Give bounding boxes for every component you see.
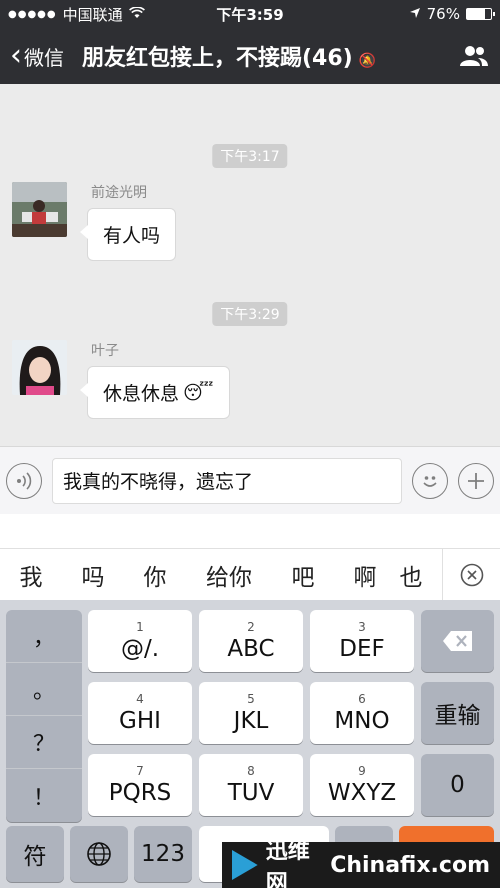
key-number: 1 [136, 619, 144, 634]
nav-bar: ‹ 微信 朋友红包接上，不接踢(46) 🔕 [0, 28, 500, 84]
watermark: 迅维网 Chinafix.com [222, 839, 500, 888]
timestamp: 下午3:17 [212, 144, 288, 168]
key-number: 4 [136, 691, 144, 706]
group-info-button[interactable] [458, 42, 490, 70]
key-number: 8 [247, 763, 255, 778]
punctuation-column[interactable]: ， 。 ？ ！ [6, 610, 82, 822]
voice-icon [17, 471, 32, 490]
key-label: TUV [227, 779, 275, 806]
message-row: 前途光明 有人吗 [12, 182, 177, 261]
key-number: 3 [358, 619, 366, 634]
key-4[interactable]: 4 GHI [88, 682, 192, 744]
signal-icon: ●●●●● [8, 8, 57, 20]
watermark-left: 迅维网 [265, 839, 310, 888]
reenter-key[interactable]: 重输 [421, 682, 494, 744]
punct-key[interactable]: ！ [6, 769, 82, 822]
key-label: 123 [141, 841, 185, 867]
symbol-key[interactable]: 符 [6, 826, 64, 882]
candidate-word[interactable]: 给你 [186, 558, 272, 592]
wifi-icon [128, 5, 145, 23]
key-label: ABC [227, 635, 275, 662]
key-8[interactable]: 8 TUV [199, 754, 303, 816]
message-text: 有人吗 [103, 225, 161, 247]
message-bubble[interactable]: 休息休息 😴 [80, 366, 230, 419]
emoji-button[interactable] [412, 462, 448, 499]
people-icon [460, 46, 488, 66]
key-label: 0 [450, 772, 465, 798]
blank-strip [0, 514, 500, 548]
key-2[interactable]: 2 ABC [199, 610, 303, 672]
punct-key[interactable]: 。 [6, 663, 82, 716]
chat-area[interactable]: 下午3:17 前途光明 有人吗 下午3:29 叶子 休息休息 😴 [0, 84, 500, 446]
key-label: 符 [23, 844, 47, 870]
message-text: 休息休息 [103, 383, 180, 405]
delete-key[interactable] [421, 610, 494, 672]
key-label: @/. [120, 635, 160, 662]
status-time: 下午3:59 [216, 5, 284, 24]
battery-icon [465, 8, 495, 20]
key-3[interactable]: 3 DEF [310, 610, 414, 672]
key-label: PQRS [108, 779, 172, 806]
candidate-bar: 我 吗 你 给你 吧 啊 也 [0, 548, 500, 601]
key-number: 5 [247, 691, 255, 706]
smiley-icon [423, 475, 437, 487]
key-label: JKL [233, 707, 269, 734]
key-label: DEF [339, 635, 385, 662]
message-input[interactable]: 我真的不晓得，遗忘了 [52, 457, 402, 504]
key-6[interactable]: 6 MNO [310, 682, 414, 744]
key-number: 9 [358, 763, 366, 778]
candidate-word[interactable]: 吗 [62, 558, 124, 592]
avatar[interactable] [12, 340, 67, 395]
mute-icon: 🔕 [358, 53, 377, 69]
punct-key[interactable]: ， [6, 610, 82, 663]
input-bar: 我真的不晓得，遗忘了 [0, 446, 500, 514]
key-label: WXYZ [327, 779, 397, 806]
key-number: 7 [136, 763, 144, 778]
key-number: 2 [247, 619, 255, 634]
key-1[interactable]: 1 @/. [88, 610, 192, 672]
chat-title-text: 朋友红包接上，不接踢(46) [82, 46, 353, 71]
key-label: 重输 [434, 703, 481, 729]
back-label: 微信 [24, 45, 64, 70]
globe-key[interactable] [70, 826, 128, 882]
chat-title: 朋友红包接上，不接踢(46) 🔕 [82, 40, 458, 72]
key-label: GHI [119, 707, 161, 734]
message-bubble[interactable]: 有人吗 [79, 208, 177, 261]
candidate-word[interactable]: 吧 [272, 558, 334, 592]
numbers-key[interactable]: 123 [134, 826, 192, 882]
globe-icon [87, 842, 111, 866]
status-bar: ●●●●● 中国联通 下午3:59 76% [0, 0, 500, 28]
carrier-label: 中国联通 [62, 5, 123, 24]
punct-key[interactable]: ？ [6, 716, 82, 769]
key-number: 6 [358, 691, 366, 706]
location-icon [409, 5, 421, 23]
chevron-left-icon: ‹ [10, 38, 22, 73]
battery-percent: 76% [426, 5, 460, 23]
key-5[interactable]: 5 JKL [199, 682, 303, 744]
sleepy-emoji-icon: 😴 [183, 381, 214, 404]
top-bar: ●●●●● 中国联通 下午3:59 76% ‹ 微信 朋友红包接上，不接踢(46… [0, 0, 500, 84]
candidate-word[interactable]: 你 [124, 558, 186, 592]
sender-name: 前途光明 [91, 185, 147, 201]
timestamp: 下午3:29 [212, 302, 288, 326]
backspace-icon [442, 631, 472, 651]
voice-button[interactable] [6, 462, 42, 499]
close-icon [460, 563, 483, 587]
candidate-word[interactable]: 我 [0, 558, 62, 592]
avatar[interactable] [12, 182, 67, 237]
back-button[interactable]: ‹ 微信 [10, 41, 64, 71]
more-button[interactable] [458, 462, 494, 499]
close-candidates-button[interactable] [442, 549, 500, 601]
key-label: MNO [334, 707, 390, 734]
sender-name: 叶子 [91, 343, 119, 359]
watermark-logo-icon [232, 850, 258, 880]
watermark-right: Chinafix.com [330, 852, 490, 878]
zero-key[interactable]: 0 [421, 754, 494, 816]
key-7[interactable]: 7 PQRS [88, 754, 192, 816]
candidate-word[interactable]: 啊 [334, 558, 396, 592]
plus-icon [468, 472, 484, 489]
key-9[interactable]: 9 WXYZ [310, 754, 414, 816]
candidate-word[interactable]: 也 [396, 558, 426, 592]
message-row: 叶子 休息休息 😴 [12, 340, 230, 419]
